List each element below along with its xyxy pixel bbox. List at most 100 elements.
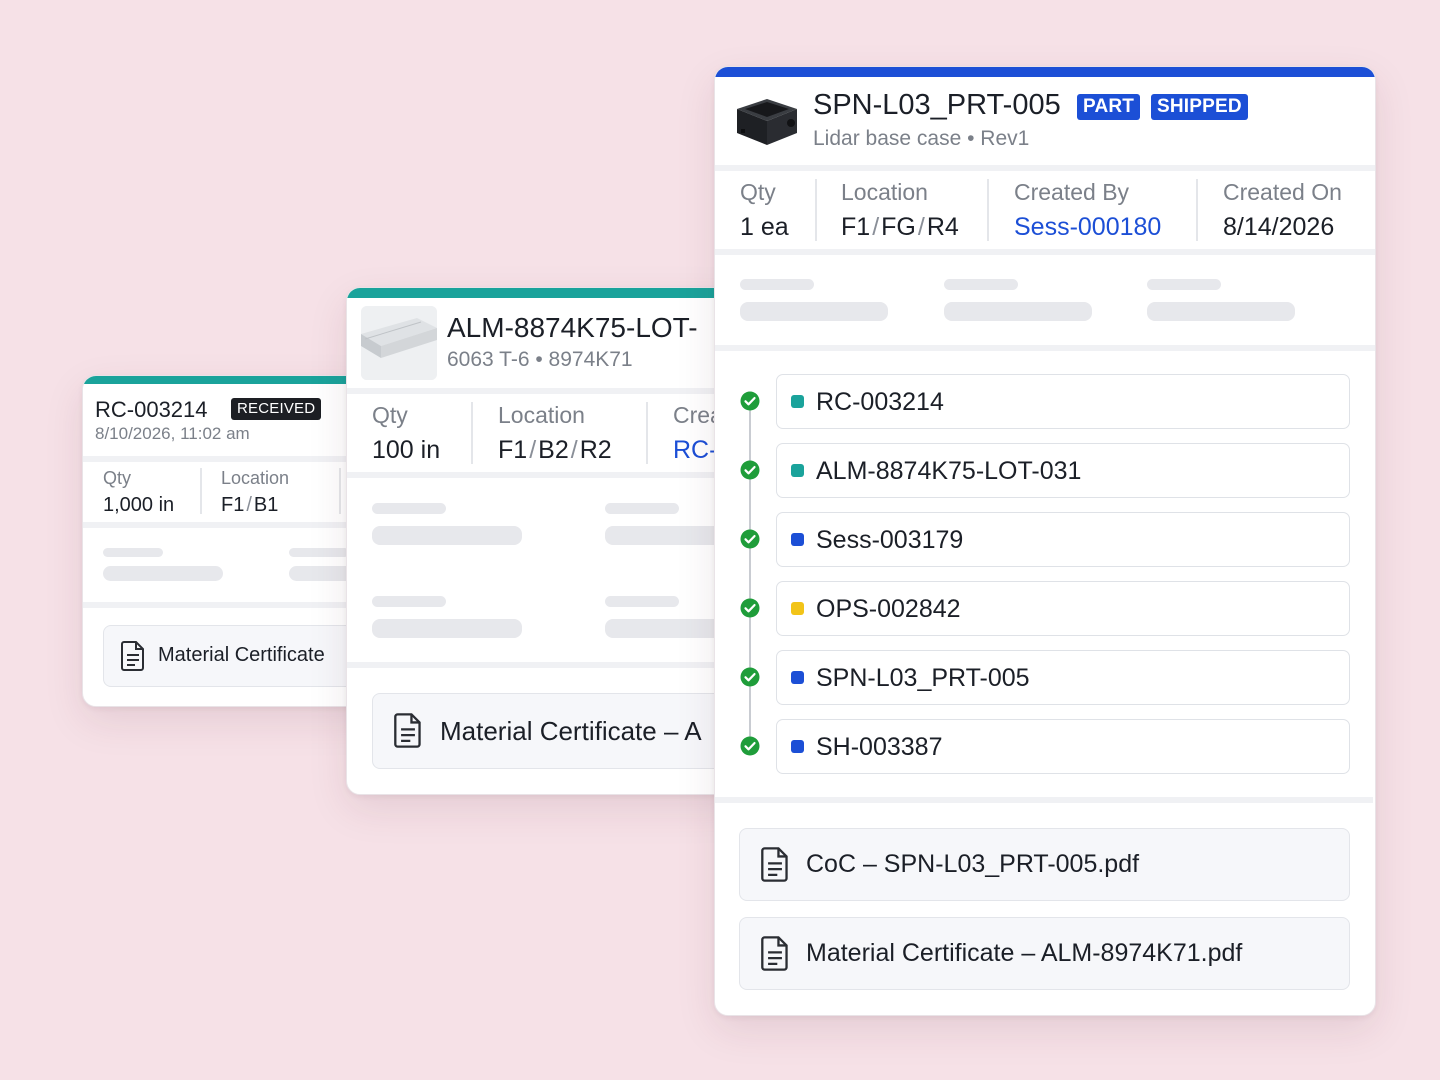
- document-icon: [121, 641, 144, 671]
- field-separator: [471, 402, 473, 464]
- field-separator: [200, 468, 202, 514]
- timeline-item[interactable]: OPS-002842: [776, 581, 1350, 636]
- skeleton-line: [103, 548, 163, 557]
- check-circle-icon: [740, 667, 760, 687]
- location-part: F1: [498, 436, 528, 464]
- check-circle-icon: [740, 460, 760, 480]
- qty-label: Qty: [372, 402, 408, 428]
- part-title: SPN-L03_PRT-005: [813, 89, 1061, 121]
- qty-value: 1,000 in: [103, 494, 175, 516]
- skeleton-line: [1147, 279, 1221, 290]
- aluminum-extrusion-image: [361, 306, 437, 380]
- location-label: Location: [841, 179, 928, 205]
- document-row[interactable]: Material Certificate: [103, 625, 383, 687]
- part-badge: PART: [1077, 94, 1141, 120]
- document-icon: [394, 713, 421, 748]
- location-part: R4: [926, 213, 959, 241]
- field-separator: [339, 468, 341, 514]
- location-part: F1: [841, 213, 871, 241]
- divider: [83, 456, 383, 462]
- status-color-dot: [791, 740, 804, 753]
- divider: [715, 249, 1375, 255]
- location-part: FG: [881, 213, 916, 241]
- check-circle-icon: [740, 598, 760, 618]
- divider: [715, 345, 1375, 351]
- document-name: Material Certificate – A: [440, 716, 702, 746]
- created-on-label: Created On: [1223, 179, 1342, 205]
- receipt-title: RC-003214: [95, 397, 208, 422]
- document-row[interactable]: Material Certificate – ALM-8974K71.pdf: [739, 917, 1350, 990]
- part-subtitle: Lidar base case • Rev1: [813, 127, 1030, 150]
- shipped-badge: SHIPPED: [1151, 94, 1248, 120]
- created-on-value: 8/14/2026: [1223, 213, 1335, 241]
- field-separator: [646, 402, 648, 464]
- lot-subtitle: 6063 T-6 • 8974K71: [447, 348, 633, 371]
- receipt-timestamp: 8/10/2026, 11:02 am: [95, 424, 250, 443]
- divider: [715, 165, 1375, 171]
- aluminum-extrusion-thumbnail: [361, 306, 437, 380]
- location-separator: /: [529, 436, 537, 464]
- status-color-dot: [791, 464, 804, 477]
- timeline-item[interactable]: SH-003387: [776, 719, 1350, 774]
- received-badge: RECEIVED: [231, 398, 322, 420]
- status-color-dot: [791, 602, 804, 615]
- lot-title: ALM-8874K75-LOT-: [447, 312, 698, 343]
- location-label: Location: [498, 402, 585, 428]
- status-color-dot: [791, 671, 804, 684]
- skeleton-line: [605, 503, 679, 514]
- location-label: Location: [221, 468, 290, 488]
- timeline-connector: [749, 402, 751, 746]
- location-value: F1/B2/R2: [498, 436, 612, 465]
- status-color-dot: [791, 533, 804, 546]
- location-part: B1: [253, 494, 279, 516]
- check-circle-icon: [740, 529, 760, 549]
- skeleton-line: [372, 596, 446, 607]
- divider: [347, 388, 747, 394]
- skeleton-line: [740, 279, 814, 290]
- divider: [715, 797, 1373, 803]
- timeline-item-label: OPS-002842: [816, 595, 961, 623]
- qty-label: Qty: [103, 468, 132, 488]
- location-value: F1/B1: [221, 494, 278, 517]
- timeline-item[interactable]: SPN-L03_PRT-005: [776, 650, 1350, 705]
- created-by-label: Created By: [1014, 179, 1130, 205]
- timeline-item-label: SPN-L03_PRT-005: [816, 664, 1030, 692]
- divider: [83, 602, 383, 608]
- skeleton-line: [289, 548, 349, 557]
- lot-card[interactable]: ALM-8874K75-LOT- 6063 T-6 • 8974K71 Qty …: [346, 287, 748, 795]
- receipt-card[interactable]: RC-003214 RECEIVED 8/10/2026, 11:02 am Q…: [82, 375, 384, 707]
- document-icon: [761, 936, 788, 971]
- timeline-item-label: SH-003387: [816, 733, 943, 761]
- created-by-link[interactable]: Sess-000180: [1014, 213, 1161, 242]
- status-color-dot: [791, 395, 804, 408]
- location-separator: /: [570, 436, 578, 464]
- skeleton-line: [372, 526, 522, 545]
- created-link[interactable]: RC-: [673, 436, 717, 465]
- document-row[interactable]: CoC – SPN-L03_PRT-005.pdf: [739, 828, 1350, 901]
- timeline-item[interactable]: RC-003214: [776, 374, 1350, 429]
- location-part: B2: [538, 436, 569, 464]
- card-accent-bar: [83, 376, 383, 384]
- skeleton-line: [1147, 302, 1295, 321]
- timeline-item[interactable]: Sess-003179: [776, 512, 1350, 567]
- field-separator: [815, 179, 817, 241]
- skeleton-line: [372, 503, 446, 514]
- location-separator: /: [246, 494, 252, 516]
- skeleton-line: [605, 596, 679, 607]
- timeline-item[interactable]: ALM-8874K75-LOT-031: [776, 443, 1350, 498]
- field-separator: [1196, 179, 1198, 241]
- qty-value: 100 in: [372, 436, 441, 464]
- location-part: F1: [221, 494, 245, 516]
- divider: [83, 522, 383, 528]
- skeleton-line: [944, 302, 1092, 321]
- timeline-item-label: ALM-8874K75-LOT-031: [816, 457, 1082, 485]
- lidar-case-image: [737, 99, 797, 145]
- location-part: R2: [579, 436, 612, 464]
- card-accent-bar: [715, 67, 1375, 77]
- lidar-case-thumbnail: [731, 89, 801, 155]
- divider: [347, 662, 747, 668]
- document-name: Material Certificate: [158, 644, 325, 666]
- skeleton-line: [103, 566, 223, 581]
- document-row[interactable]: Material Certificate – A: [372, 693, 747, 769]
- timeline-item-label: RC-003214: [816, 388, 944, 416]
